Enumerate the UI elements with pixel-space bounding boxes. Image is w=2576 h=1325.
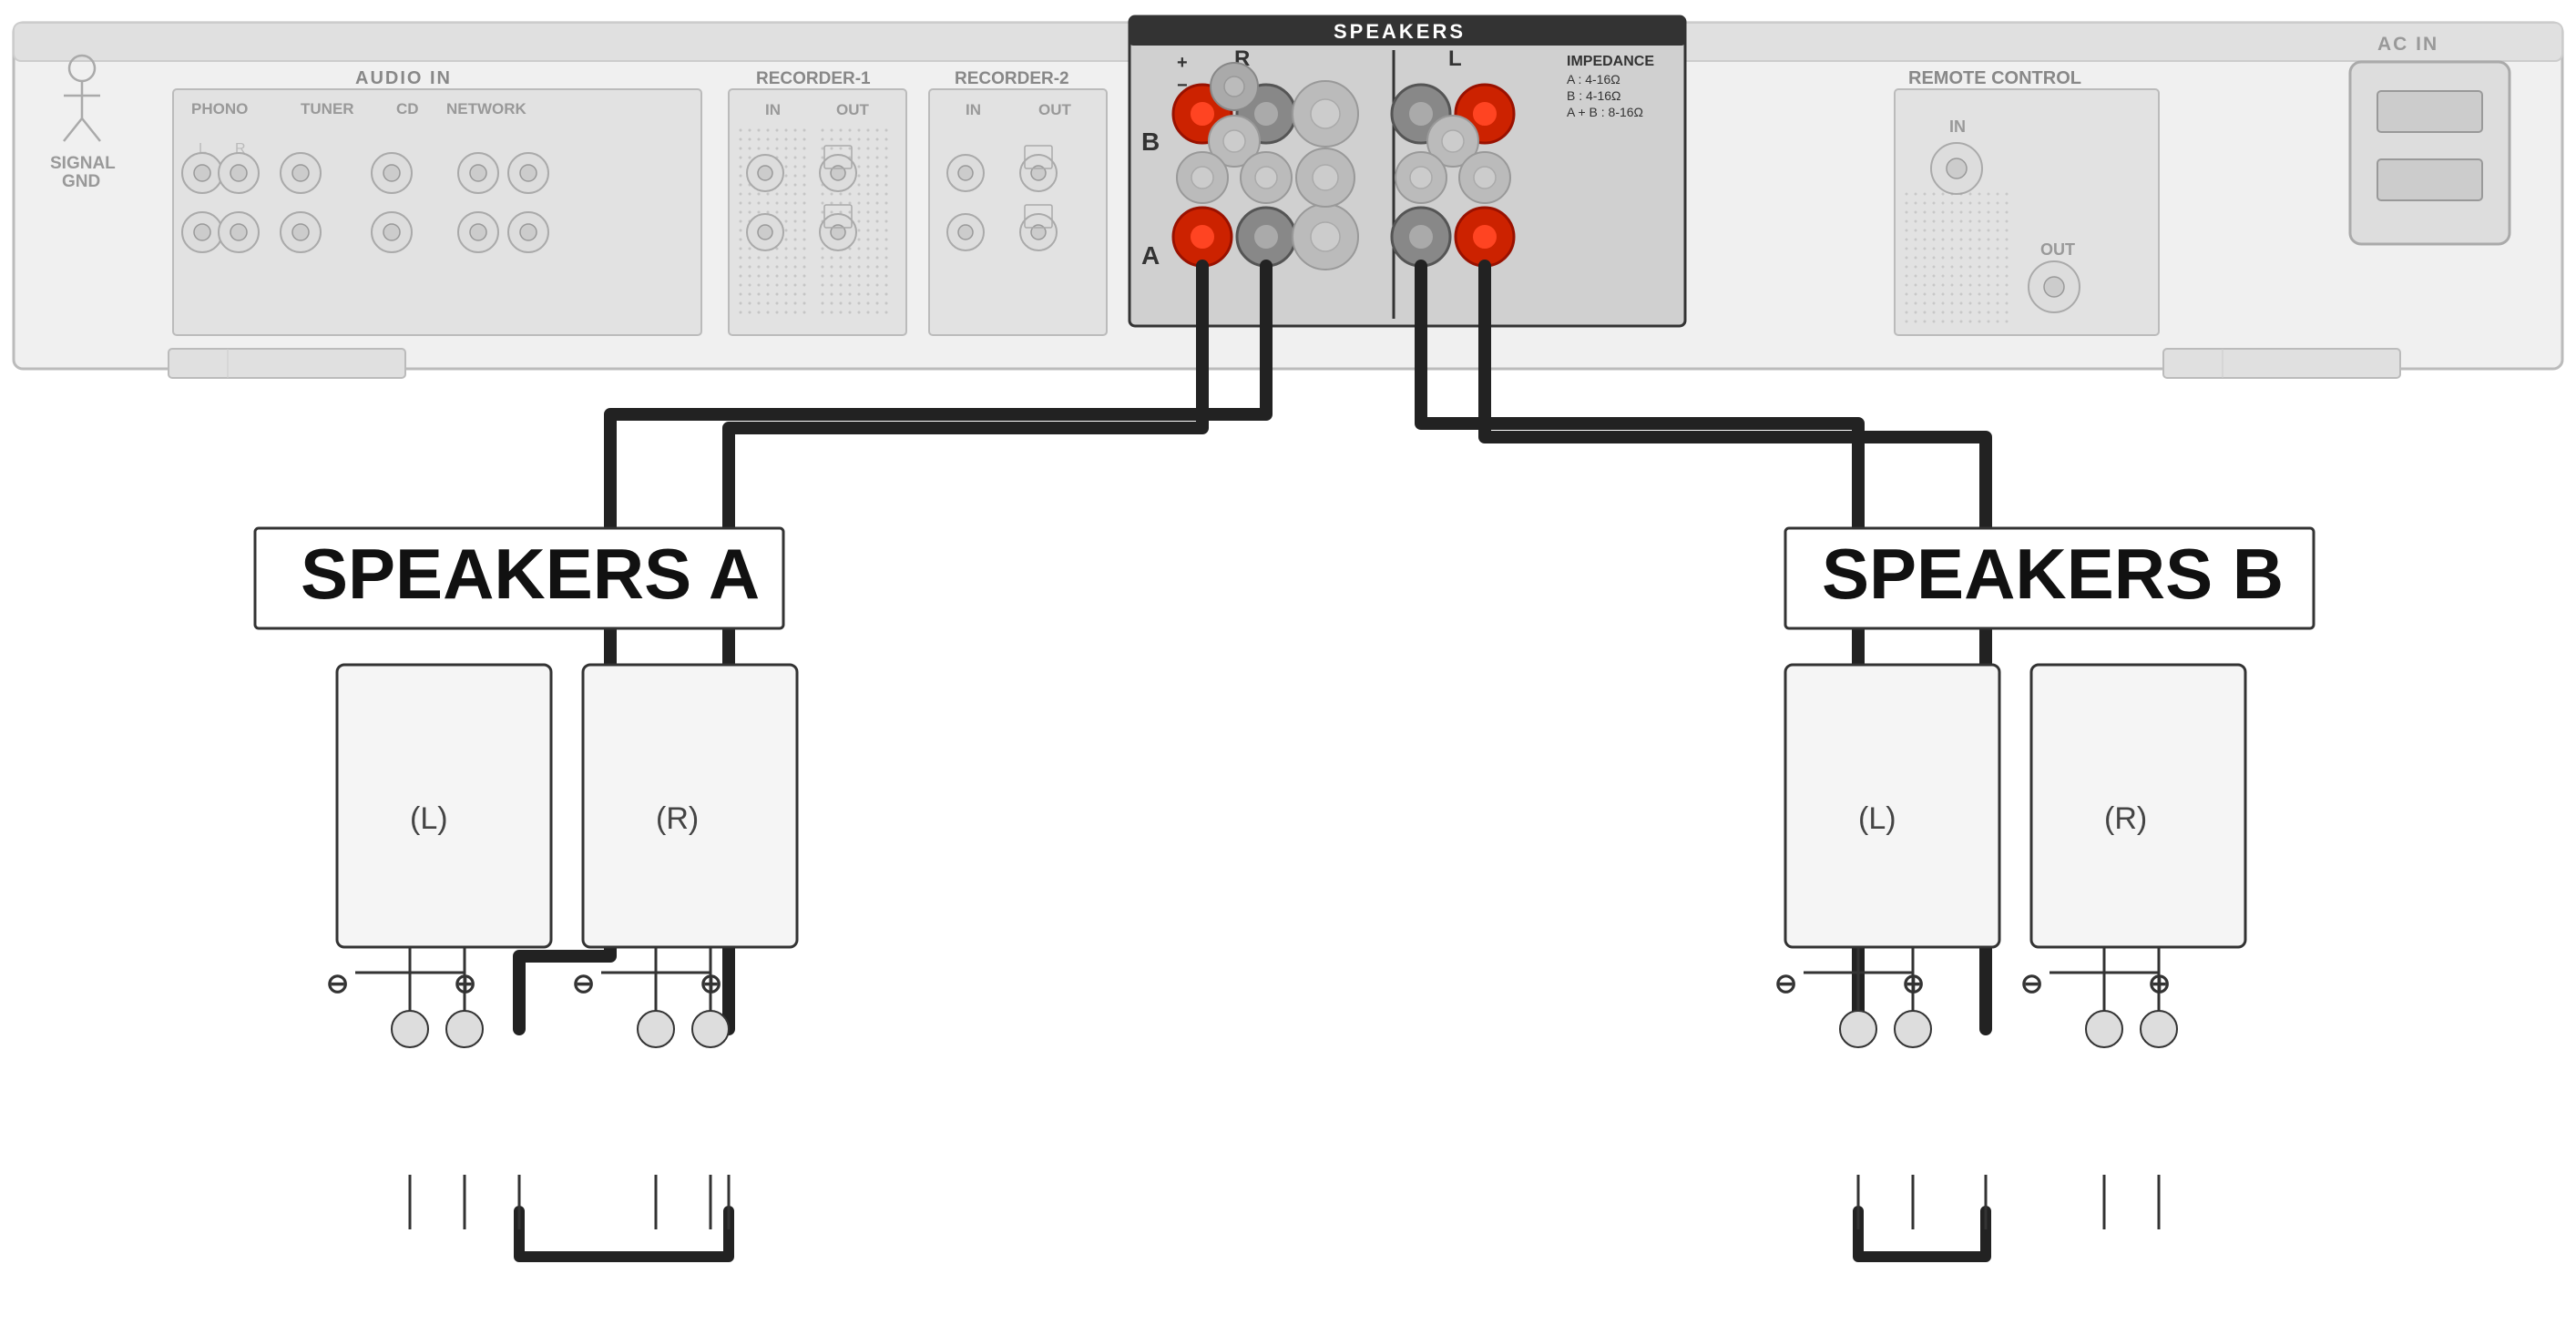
svg-text:OUT: OUT — [1038, 101, 1072, 118]
svg-text:RECORDER-1: RECORDER-1 — [756, 69, 871, 88]
svg-text:⊕: ⊕ — [2148, 969, 2171, 999]
svg-text:IN: IN — [1949, 117, 1966, 136]
svg-text:SPEAKERS: SPEAKERS — [1334, 20, 1466, 43]
svg-text:IMPEDANCE: IMPEDANCE — [1567, 54, 1654, 69]
svg-text:(L): (L) — [410, 801, 448, 836]
svg-text:⊕: ⊕ — [1902, 969, 1925, 999]
svg-text:⊕: ⊕ — [700, 969, 722, 999]
svg-text:RECORDER-2: RECORDER-2 — [955, 69, 1069, 88]
svg-text:(R): (R) — [2104, 801, 2147, 836]
svg-text:L: L — [199, 141, 207, 157]
svg-text:A : 4-16Ω: A : 4-16Ω — [1567, 72, 1620, 87]
svg-text:OUT: OUT — [836, 101, 870, 118]
wiring-diagram: SIGNAL GND AUDIO IN PHONO TUNER CD NETWO… — [0, 0, 2576, 1325]
svg-text:(R): (R) — [656, 801, 699, 836]
svg-text:OUT: OUT — [2040, 240, 2075, 259]
svg-text:A + B : 8-16Ω: A + B : 8-16Ω — [1567, 105, 1643, 119]
svg-text:SPEAKERS B: SPEAKERS B — [1822, 534, 2284, 614]
svg-text:IN: IN — [966, 101, 981, 118]
svg-text:⊖: ⊖ — [572, 969, 595, 999]
svg-text:REMOTE CONTROL: REMOTE CONTROL — [1908, 68, 2081, 88]
svg-text:(L): (L) — [1858, 801, 1896, 836]
svg-text:TUNER: TUNER — [301, 100, 354, 117]
svg-text:R: R — [1234, 46, 1250, 71]
svg-text:NETWORK: NETWORK — [446, 100, 527, 117]
svg-text:SIGNAL: SIGNAL — [50, 154, 116, 173]
svg-text:B: B — [1141, 127, 1160, 156]
svg-text:⊕: ⊕ — [454, 969, 476, 999]
main-diagram: SIGNAL GND AUDIO IN PHONO TUNER CD NETWO… — [0, 0, 2576, 1325]
svg-text:A: A — [1141, 241, 1160, 270]
svg-text:AC IN: AC IN — [2377, 34, 2438, 55]
svg-text:−: − — [1177, 76, 1188, 96]
svg-text:IN: IN — [765, 101, 781, 118]
svg-text:PHONO: PHONO — [191, 100, 248, 117]
svg-text:B : 4-16Ω: B : 4-16Ω — [1567, 88, 1621, 103]
svg-text:+: + — [1177, 53, 1188, 73]
svg-text:AUDIO IN: AUDIO IN — [355, 68, 452, 88]
svg-text:⊖: ⊖ — [2020, 969, 2043, 999]
svg-text:L: L — [1448, 46, 1462, 71]
svg-text:⊖: ⊖ — [326, 969, 349, 999]
svg-text:R: R — [235, 141, 246, 157]
svg-text:⊖: ⊖ — [1774, 969, 1797, 999]
svg-text:GND: GND — [62, 172, 100, 191]
svg-text:CD: CD — [396, 100, 419, 117]
svg-text:SPEAKERS A: SPEAKERS A — [301, 534, 760, 614]
